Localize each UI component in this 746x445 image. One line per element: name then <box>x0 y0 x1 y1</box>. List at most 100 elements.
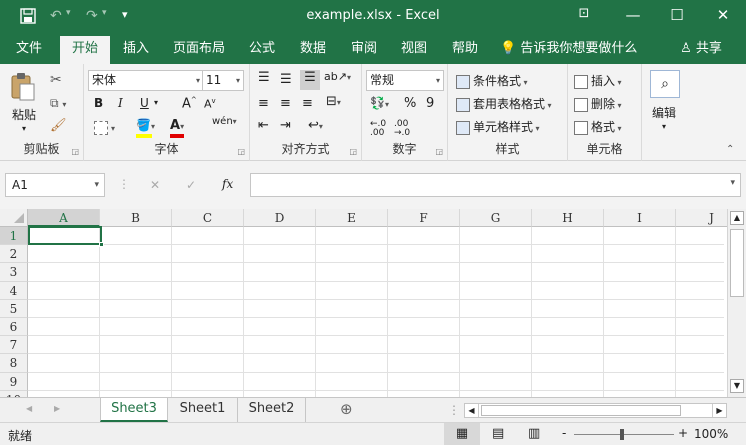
minimize-icon[interactable]: — <box>618 6 648 24</box>
vertical-scrollbar[interactable]: ▲ ▼ <box>727 209 746 397</box>
percent-button[interactable]: % <box>404 96 416 111</box>
font-launcher-icon[interactable]: ◲ <box>237 147 245 156</box>
row-header[interactable]: 5 <box>0 299 28 318</box>
column-header[interactable]: C <box>172 209 244 227</box>
normal-view-icon[interactable]: ▦ <box>444 423 480 445</box>
merge-center-icon[interactable]: ⊟▾ <box>326 94 341 109</box>
horizontal-scroll-thumb[interactable] <box>481 405 681 416</box>
tell-me-box[interactable]: 💡 告诉我你想要做什么 <box>500 33 640 64</box>
split-dots-icon[interactable]: ⋮ <box>448 403 460 417</box>
enter-icon[interactable]: ✓ <box>186 178 196 192</box>
increase-indent-icon[interactable]: ⇥ <box>280 118 291 133</box>
page-layout-view-icon[interactable]: ▤ <box>492 426 504 441</box>
name-box[interactable]: A1 ▾ <box>5 173 105 197</box>
number-format-select[interactable]: 常规 ▾ <box>366 70 444 91</box>
wrap-text-icon[interactable]: ↩▾ <box>308 118 323 133</box>
cancel-icon[interactable]: ✕ <box>150 178 160 192</box>
row-header[interactable]: 8 <box>0 354 28 373</box>
tab-review[interactable]: 审阅 <box>342 33 386 64</box>
tab-formulas[interactable]: 公式 <box>240 33 284 64</box>
prev-sheet-icon[interactable]: ◀ <box>26 404 32 413</box>
editing-label[interactable]: 编辑 <box>652 104 676 121</box>
paste-dropdown-icon[interactable]: ▾ <box>22 124 26 133</box>
expand-formula-icon[interactable]: ▾ <box>730 178 735 188</box>
underline-dropdown-icon[interactable]: ▾ <box>154 98 158 107</box>
font-color-button[interactable]: A▾ <box>170 118 184 138</box>
column-header[interactable]: I <box>604 209 676 227</box>
format-as-table-button[interactable]: 套用表格格式 ▾ <box>456 95 552 112</box>
cut-icon[interactable]: ✂ <box>50 72 62 88</box>
phonetic-button[interactable]: wén▾ <box>212 116 237 127</box>
sheet-tab-sheet1[interactable]: Sheet1 <box>168 398 238 422</box>
copy-icon[interactable]: ⧉ ▾ <box>50 96 66 111</box>
grow-font-button[interactable]: A^ <box>182 96 197 111</box>
column-header[interactable]: D <box>244 209 316 227</box>
cell-styles-button[interactable]: 单元格样式 ▾ <box>456 118 540 135</box>
font-name-select[interactable]: 宋体 ▾ <box>88 70 204 91</box>
paste-label[interactable]: 粘贴 <box>12 106 36 123</box>
next-sheet-icon[interactable]: ▶ <box>54 404 60 413</box>
ribbon-display-icon[interactable]: ⊡ <box>569 6 599 21</box>
zoom-out-button[interactable]: - <box>562 426 566 440</box>
zoom-in-button[interactable]: + <box>678 426 688 440</box>
shrink-font-button[interactable]: Av <box>204 97 216 111</box>
scroll-up-icon[interactable]: ▲ <box>730 211 744 225</box>
font-size-select[interactable]: 11 ▾ <box>202 70 244 91</box>
active-cell-selection[interactable] <box>28 226 104 247</box>
scroll-down-icon[interactable]: ▼ <box>730 379 744 393</box>
align-right-icon[interactable]: ≡ <box>302 96 313 111</box>
fill-color-button[interactable]: 🪣▾ <box>136 118 155 138</box>
select-all-corner[interactable] <box>0 209 28 227</box>
row-header[interactable]: 1 <box>0 227 28 246</box>
column-header[interactable]: B <box>100 209 172 227</box>
alignment-launcher-icon[interactable]: ◲ <box>349 147 357 156</box>
tab-help[interactable]: 帮助 <box>443 33 487 64</box>
zoom-slider-thumb[interactable] <box>620 429 624 440</box>
zoom-level[interactable]: 100% <box>694 427 728 441</box>
borders-button[interactable]: ▾ <box>94 120 115 135</box>
tab-view[interactable]: 视图 <box>392 33 436 64</box>
row-header[interactable]: 4 <box>0 281 28 300</box>
tab-data[interactable]: 数据 <box>290 33 336 64</box>
top-align-icon[interactable]: ☰ <box>258 70 270 85</box>
comma-button[interactable]: 9 <box>426 96 434 111</box>
editing-dropdown-icon[interactable]: ▾ <box>662 122 666 131</box>
increase-decimal-icon[interactable]: ←.0.00 <box>370 120 386 138</box>
row-header[interactable]: 3 <box>0 263 28 282</box>
sheet-tab-sheet2[interactable]: Sheet2 <box>238 398 306 422</box>
accounting-format-icon[interactable]: 💱▾ <box>370 96 389 110</box>
middle-align-icon[interactable]: ☰ <box>280 72 292 87</box>
search-icon[interactable]: ⌕ <box>650 70 680 98</box>
paste-icon[interactable] <box>10 72 36 102</box>
collapse-ribbon-icon[interactable]: ⌃ <box>726 144 734 155</box>
add-sheet-icon[interactable]: ⊕ <box>340 400 353 418</box>
insert-function-icon[interactable]: fx <box>222 177 233 191</box>
formula-input[interactable]: ▾ <box>250 173 741 197</box>
row-header[interactable]: 9 <box>0 372 28 391</box>
orientation-icon[interactable]: ab↗▾ <box>324 70 351 83</box>
column-header[interactable]: H <box>532 209 604 227</box>
row-header[interactable]: 6 <box>0 318 28 337</box>
vertical-scroll-thumb[interactable] <box>730 229 744 297</box>
delete-cells-button[interactable]: 删除 ▾ <box>574 95 622 112</box>
scroll-right-icon[interactable]: ▶ <box>712 404 726 417</box>
number-launcher-icon[interactable]: ◲ <box>435 147 443 156</box>
insert-cells-button[interactable]: 插入 ▾ <box>574 72 622 89</box>
horizontal-scrollbar[interactable]: ◀ ▶ <box>464 403 727 418</box>
row-header[interactable]: 7 <box>0 336 28 355</box>
close-icon[interactable]: ✕ <box>708 6 738 24</box>
bold-button[interactable]: B <box>94 96 103 110</box>
page-break-view-icon[interactable]: ▥ <box>528 426 540 441</box>
scroll-left-icon[interactable]: ◀ <box>465 404 479 417</box>
sheet-tab-sheet3[interactable]: Sheet3 <box>100 398 168 422</box>
share-button[interactable]: ♙ 共享 <box>676 33 726 64</box>
zoom-slider-track[interactable] <box>574 434 674 435</box>
underline-button[interactable]: U <box>140 96 149 110</box>
row-header[interactable]: 2 <box>0 245 28 264</box>
align-center-icon[interactable]: ≡ <box>280 96 291 111</box>
column-header[interactable]: G <box>460 209 532 227</box>
tab-insert[interactable]: 插入 <box>114 33 158 64</box>
column-header[interactable]: F <box>388 209 460 227</box>
conditional-format-button[interactable]: 条件格式 ▾ <box>456 72 528 89</box>
tab-home[interactable]: 开始 <box>60 36 110 64</box>
